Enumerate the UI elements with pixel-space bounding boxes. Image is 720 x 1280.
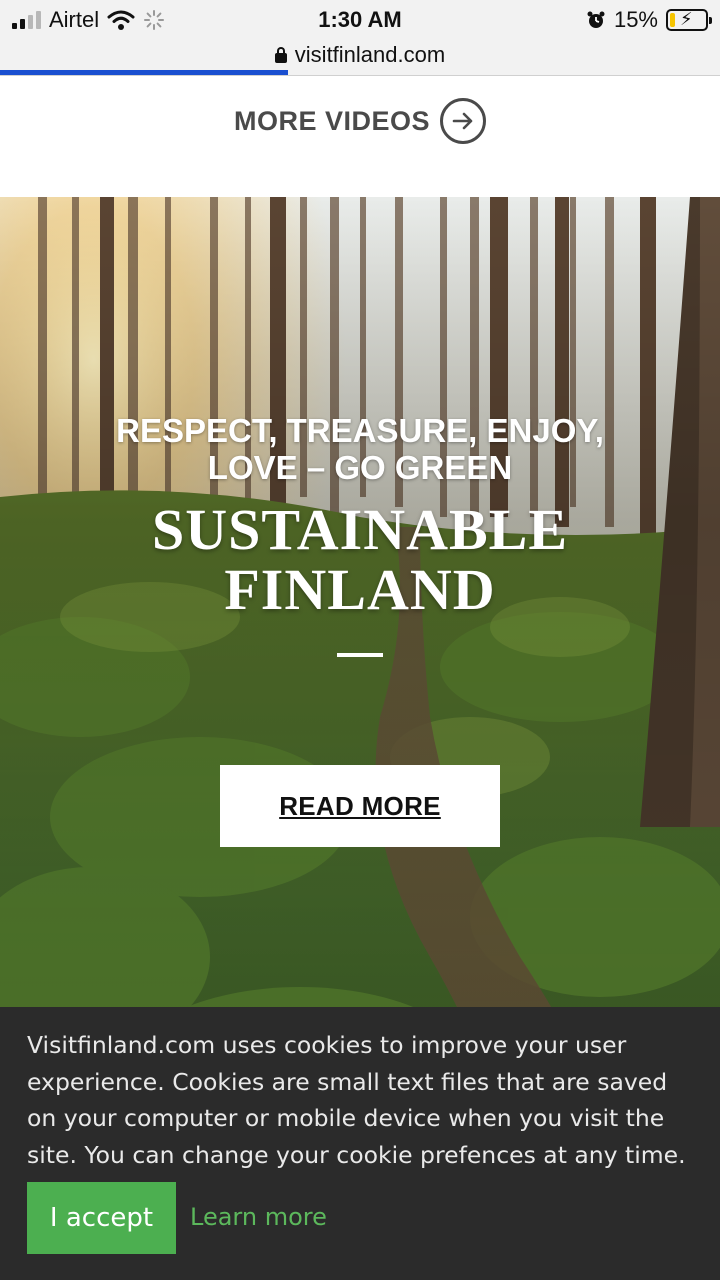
url-text[interactable]: visitfinland.com — [295, 42, 445, 68]
lock-icon — [274, 47, 287, 63]
status-right: 15% ⚡ — [586, 7, 712, 33]
read-more-label[interactable]: READ MORE — [279, 791, 441, 822]
page-load-progress — [0, 70, 288, 75]
arrow-right-icon[interactable] — [440, 98, 487, 144]
status-bar: Airtel 1:30 AM 15% ⚡ — [0, 0, 720, 40]
more-videos-label[interactable]: MORE VIDEOS — [234, 106, 430, 137]
hero-title: SUSTAINABLE FINLAND — [151, 497, 569, 622]
read-more-button[interactable]: READ MORE — [220, 765, 500, 847]
hero-content: RESPECT, TREASURE, ENJOY, LOVE – GO GREE… — [0, 412, 720, 657]
battery-fill — [670, 13, 675, 27]
charging-bolt-icon: ⚡ — [680, 9, 693, 29]
hero-divider — [337, 653, 383, 657]
cookie-notice-text: Visitfinland.com uses cookies to improve… — [27, 1031, 686, 1169]
accept-cookies-button[interactable]: I accept — [27, 1182, 176, 1254]
hero-eyebrow: RESPECT, TREASURE, ENJOY, LOVE – GO GREE… — [116, 412, 604, 486]
alarm-icon — [587, 11, 605, 28]
battery-percent: 15% — [613, 7, 658, 32]
address-bar[interactable]: visitfinland.com — [0, 40, 720, 76]
learn-more-link[interactable]: Learn more — [190, 1203, 327, 1231]
battery-icon: ⚡ — [666, 9, 712, 31]
more-videos-link[interactable]: MORE VIDEOS — [0, 77, 720, 197]
cookie-banner: Visitfinland.com uses cookies to improve… — [0, 1007, 720, 1280]
url-display[interactable]: visitfinland.com — [0, 40, 720, 70]
